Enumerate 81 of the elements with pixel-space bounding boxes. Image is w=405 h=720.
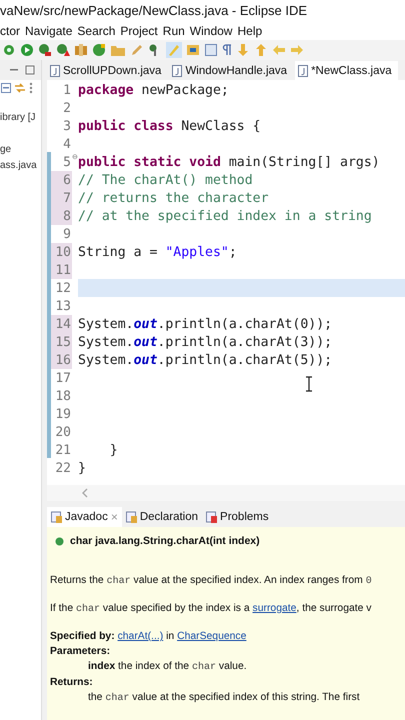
doc-text: the char value at the specified index of this string. The first [87,691,361,706]
code-line: // returns the character [78,190,269,206]
line-number: 16 [55,352,71,368]
collapse-icon[interactable] [1,83,11,93]
menu-item[interactable]: Search [77,24,116,38]
code-line: package newPackage; [78,82,229,98]
code-line: } [78,460,86,476]
doc-text: Specified by: charAt(...) in CharSequence [50,630,248,644]
view-tab[interactable]: Problems [202,507,273,527]
menu-item[interactable]: Project [120,24,158,38]
method-signature: char java.lang.String.charAt(int index) [70,535,260,547]
scroll-left-icon[interactable] [81,488,89,498]
code-line: public static void main(String[] args) [78,154,380,170]
doc-link[interactable]: charAt(...) [118,631,164,642]
editor-tab[interactable]: WindowHandle.java [169,61,294,80]
doc-text: Returns the char value at the specified index. An index ranges from 0 [50,574,373,589]
menu-item[interactable]: ctor [0,24,20,38]
doc-text: Parameters: [50,645,112,659]
line-number: 3 [63,118,71,134]
line-number: 11 [55,262,71,278]
maximize-icon[interactable] [25,65,35,75]
tree-item[interactable]: ge [0,142,41,158]
java-file-icon [298,64,308,76]
doc-text: index the index of the char value. [87,660,248,675]
view-icon [126,511,137,523]
view-icon [206,511,218,523]
doc-link[interactable]: surrogate [252,603,296,614]
doc-text: Returns: [50,676,94,690]
line-number: 12 [55,280,71,296]
code-line: System.out.println(a.charAt(3)); [78,334,332,350]
text-cursor-icon [305,376,313,392]
menu-item[interactable]: Run [162,24,185,38]
tree-item[interactable]: ass.java [0,158,41,174]
line-number: 21 [55,442,71,458]
window-title: vaNew/src/newPackage/NewClass.java - Eclipse IDE [0,3,308,18]
menu-item[interactable]: Window [190,24,232,38]
up-arrow-icon[interactable] [254,43,268,57]
view-tab[interactable]: Declaration [122,507,202,527]
view-icon [51,511,62,523]
view-tab[interactable]: Javadoc × [47,507,122,527]
tree-item[interactable]: ibrary [J [0,110,41,126]
code-line: System.out.println(a.charAt(5)); [78,352,332,368]
code-line: // The charAt() method [78,172,253,188]
code-line: // at the specified index in a string [78,208,372,224]
code-line: public class NewClass { [78,118,261,134]
line-number: 17 [55,370,71,386]
run-icon[interactable] [20,43,34,57]
line-number: 14 [55,316,71,332]
line-number: 8 [63,208,71,224]
pilcrow-icon[interactable] [222,43,232,57]
line-number: 19 [55,406,71,422]
editor-tab[interactable]: ScrollUPDown.java [47,61,168,80]
code-line: System.out.println(a.charAt(0)); [78,316,332,332]
block-icon[interactable] [204,43,218,57]
line-number: 5 [63,154,71,170]
package-icon[interactable] [74,43,88,57]
editor-tab[interactable]: *NewClass.java [295,61,398,80]
line-number: 7 [63,190,71,206]
kebab-icon[interactable] [29,82,33,94]
line-number: 22 [55,460,71,476]
line-number: 18 [55,388,71,404]
line-number: 13 [55,298,71,314]
code-line: } [108,442,118,458]
line-number: 15 [55,334,71,350]
doc-text: If the char value specified by the index is a surrogate, the surrogate v [50,602,373,617]
line-number: 20 [55,424,71,440]
link-icon[interactable] [14,82,26,94]
java-file-icon [50,64,60,76]
line-number: 1 [63,82,71,98]
folder-icon[interactable] [110,43,126,57]
method-icon [55,536,64,546]
doc-link[interactable]: CharSequence [177,631,246,642]
menu-item[interactable]: Navigate [25,24,72,38]
line-number: 4 [63,136,71,152]
java-file-icon [172,64,182,76]
line-number: 10 [55,244,71,260]
line-number: 2 [63,100,71,116]
line-number: 6 [63,172,71,188]
code-line: String a = "Apples"; [78,244,237,260]
line-number: 9 [63,226,71,242]
menu-item[interactable]: Help [237,24,262,38]
